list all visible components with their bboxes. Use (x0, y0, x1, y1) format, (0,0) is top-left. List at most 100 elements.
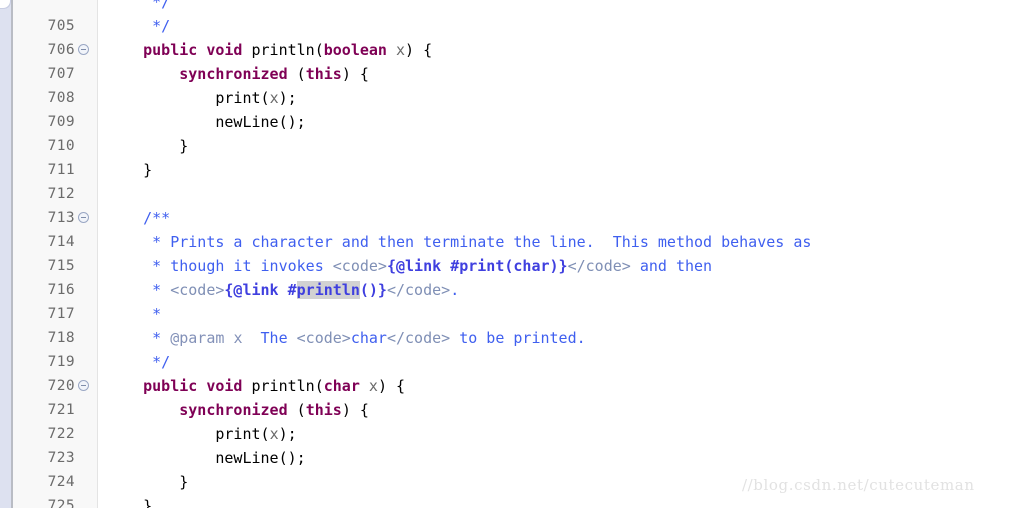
code-line-text: synchronized (this) { (107, 398, 369, 422)
line-number: 705 (47, 18, 75, 34)
fold-collapse-icon[interactable] (78, 44, 89, 55)
code-token: } (107, 473, 189, 491)
code-line[interactable]: 710 } (0, 134, 1025, 158)
code-token: ( (287, 65, 306, 83)
line-number: 719 (47, 354, 75, 370)
code-line[interactable]: 713 /** (0, 206, 1025, 230)
code-token: public (143, 41, 198, 59)
code-token: public (143, 377, 198, 395)
code-line-text: } (107, 158, 152, 182)
code-token: x (368, 377, 378, 395)
code-line[interactable]: 707 synchronized (this) { (0, 62, 1025, 86)
code-line[interactable]: */ (0, 0, 1025, 14)
code-text-area[interactable]: */705 */706 public void println(boolean … (0, 0, 1025, 508)
code-line[interactable]: 708 print(x); (0, 86, 1025, 110)
code-token: } (107, 137, 189, 155)
code-token: /** (107, 209, 171, 227)
code-token: char (323, 377, 360, 395)
code-line[interactable]: 705 */ (0, 14, 1025, 38)
code-token: <code> (296, 329, 351, 347)
code-token: ( (287, 401, 306, 419)
code-token: * (107, 329, 171, 347)
code-token: <code> (332, 257, 387, 275)
fold-collapse-icon[interactable] (78, 380, 89, 391)
line-number: 712 (47, 186, 75, 202)
code-token: this (305, 65, 342, 83)
code-line[interactable]: 716 * <code>{@link #println()}</code>. (0, 278, 1025, 302)
code-line[interactable]: 712 (0, 182, 1025, 206)
code-line[interactable]: 715 * though it invokes <code>{@link #pr… (0, 254, 1025, 278)
code-token: */ (107, 353, 171, 371)
code-token: println( (242, 377, 324, 395)
line-number: 714 (47, 234, 75, 250)
code-token: </code> (386, 329, 451, 347)
line-number: 710 (47, 138, 75, 154)
line-number: 715 (47, 258, 75, 274)
code-token: @param (170, 329, 225, 347)
fold-collapse-icon[interactable] (78, 212, 89, 223)
code-token: ) { (341, 65, 369, 83)
line-number: 724 (47, 474, 75, 490)
code-token: <code> (170, 281, 225, 299)
code-line-text: } (107, 134, 188, 158)
code-token: void (206, 41, 243, 59)
code-token: #print(char)} (450, 257, 568, 275)
code-line-text: */ (107, 14, 170, 38)
line-number: 709 (47, 114, 75, 130)
code-token: newLine(); (107, 449, 306, 467)
code-line[interactable]: 725 } (0, 494, 1025, 508)
code-token: x (269, 425, 279, 443)
code-token: and then (630, 257, 713, 275)
code-token: </code> (567, 257, 631, 275)
line-number: 706 (47, 42, 75, 58)
code-line[interactable]: 706 public void println(boolean x) { (0, 38, 1025, 62)
code-token: * (107, 305, 162, 323)
code-line-text: */ (107, 0, 170, 14)
code-line[interactable]: 714 * Prints a character and then termin… (0, 230, 1025, 254)
code-line-text: } (107, 470, 188, 494)
code-token: * (107, 281, 171, 299)
line-number: 716 (47, 282, 75, 298)
code-line[interactable]: 709 newLine(); (0, 110, 1025, 134)
watermark-text: //blog.csdn.net/cutecuteman (742, 476, 975, 494)
code-line[interactable]: 717 * (0, 302, 1025, 326)
code-token: print( (107, 425, 270, 443)
code-line-text: */ (107, 350, 170, 374)
code-token: The (242, 329, 297, 347)
code-line-text: print(x); (107, 422, 297, 446)
code-line[interactable]: 722 print(x); (0, 422, 1025, 446)
code-line-text: * @param x The <code>char</code> to be p… (107, 326, 586, 350)
code-token: ) { (405, 41, 433, 59)
code-line-text: /** (107, 206, 170, 230)
code-line[interactable]: 723 newLine(); (0, 446, 1025, 470)
code-line[interactable]: 711 } (0, 158, 1025, 182)
code-token: x (396, 41, 406, 59)
code-line-text: } (107, 494, 152, 508)
line-number: 718 (47, 330, 75, 346)
code-line[interactable]: 720 public void println(char x) { (0, 374, 1025, 398)
code-token: println (296, 281, 360, 299)
line-number: 711 (47, 162, 75, 178)
code-token: ); (278, 89, 297, 107)
code-line-text: * <code>{@link #println()}</code>. (107, 278, 459, 302)
code-line[interactable]: 719 */ (0, 350, 1025, 374)
code-token: ) { (341, 401, 369, 419)
code-line-text: newLine(); (107, 110, 305, 134)
line-number: 720 (47, 378, 75, 394)
code-token: ); (278, 425, 297, 443)
code-line[interactable]: 721 synchronized (this) { (0, 398, 1025, 422)
line-number: 721 (47, 402, 75, 418)
code-line[interactable]: 718 * @param x The <code>char</code> to … (0, 326, 1025, 350)
code-line-text: * Prints a character and then terminate … (107, 230, 811, 254)
code-token: synchronized (179, 401, 288, 419)
code-line-text: * (107, 302, 161, 326)
code-token: {@link (386, 257, 442, 275)
code-token: </code> (386, 281, 451, 299)
